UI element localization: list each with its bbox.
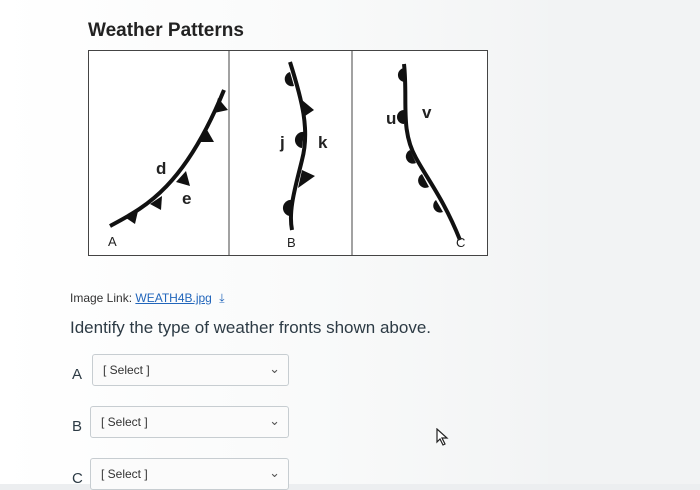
chevron-down-icon: ⌄ [269, 413, 280, 428]
download-icon[interactable]: ⤓ [219, 291, 224, 305]
chevron-down-icon: ⌄ [269, 361, 280, 376]
front-label-e: e [182, 189, 191, 208]
front-label-v: v [422, 103, 432, 122]
image-link-prefix: Image Link: [70, 291, 133, 305]
answer-select-a[interactable]: [ Select ] ⌄ [92, 354, 289, 386]
front-label-u: u [386, 109, 396, 128]
question-title: Weather Patterns [88, 20, 244, 41]
front-label-k: k [318, 133, 328, 152]
answer-label-c: C [72, 470, 83, 487]
answer-label-b: B [72, 418, 83, 435]
answer-select-c[interactable]: [ Select ] ⌄ [90, 458, 289, 490]
select-value: [ Select ] [101, 415, 148, 429]
front-label-j: j [279, 133, 285, 152]
right-margin [548, 0, 700, 484]
panel-label-a: A [108, 234, 117, 249]
image-link-row: Image Link: WEATH4B.jpg ⤓ [70, 291, 225, 306]
answer-select-b[interactable]: [ Select ] ⌄ [90, 406, 289, 438]
panel-label-c: C [456, 235, 465, 250]
panel-label-b: B [287, 235, 296, 250]
image-link[interactable]: WEATH4B.jpg [135, 291, 211, 305]
weather-fronts-diagram: d e A j k B u v C [88, 50, 488, 256]
front-label-d: d [156, 159, 166, 178]
chevron-down-icon: ⌄ [269, 465, 280, 480]
question-text: Identify the type of weather fronts show… [70, 318, 431, 337]
select-value: [ Select ] [103, 363, 150, 377]
select-value: [ Select ] [101, 467, 148, 481]
mouse-cursor-icon [436, 428, 449, 446]
answer-label-a: A [72, 366, 83, 383]
